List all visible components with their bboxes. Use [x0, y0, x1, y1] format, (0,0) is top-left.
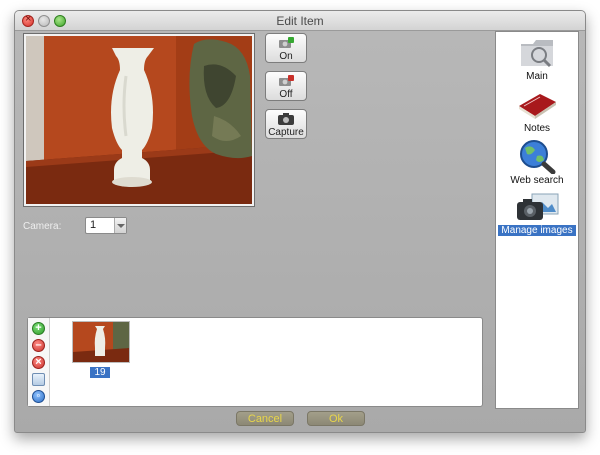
camera-on-label: On — [279, 51, 293, 62]
remove-image-icon[interactable] — [32, 339, 45, 352]
camera-preview — [23, 33, 255, 207]
folder-icon — [521, 40, 553, 68]
camera-images-icon — [517, 193, 559, 220]
vase-thumbnail — [73, 322, 129, 362]
camera-off-button[interactable]: Off — [265, 71, 307, 101]
image-info-icon[interactable] — [32, 390, 45, 403]
sidebar-item-main[interactable]: Main — [496, 36, 578, 82]
ok-button[interactable]: Ok — [307, 411, 365, 426]
sidebar-item-label: Notes — [523, 123, 551, 134]
delete-image-icon[interactable] — [32, 356, 45, 369]
notebook-icon — [519, 94, 556, 119]
sidebar-item-web-search[interactable]: Web search — [496, 138, 578, 186]
edit-image-icon[interactable] — [32, 373, 45, 386]
camera-off-icon — [279, 75, 294, 86]
camera-on-icon — [279, 37, 294, 48]
camera-label: Camera: — [23, 221, 62, 232]
cancel-button[interactable]: Cancel — [236, 411, 294, 426]
image-list: 19 — [27, 317, 483, 407]
sidebar-item-label: Manage images — [498, 225, 576, 236]
sidebar: Main Notes Web search Manage images — [495, 31, 579, 409]
chevron-down-icon — [114, 218, 126, 233]
image-thumbnail[interactable] — [72, 321, 130, 363]
capture-label: Capture — [268, 127, 304, 138]
capture-button[interactable]: Capture — [265, 109, 307, 139]
sidebar-item-notes[interactable]: Notes — [496, 88, 578, 134]
sidebar-item-manage-images[interactable]: Manage images — [496, 190, 578, 236]
sidebar-item-label: Web search — [510, 175, 564, 186]
edit-item-window: Edit Item On Off — [14, 10, 586, 433]
add-image-icon[interactable] — [32, 322, 45, 335]
title-bar: Edit Item — [15, 11, 585, 31]
camera-on-button[interactable]: On — [265, 33, 307, 63]
magnifier-globe-icon — [520, 140, 556, 174]
window-title: Edit Item — [276, 14, 324, 28]
camera-off-label: Off — [279, 89, 293, 100]
vase-photo — [26, 36, 252, 204]
camera-select-value: 1 — [90, 219, 97, 231]
image-toolstrip — [28, 318, 50, 406]
sidebar-item-label: Main — [526, 71, 548, 82]
camera-select[interactable]: 1 — [85, 217, 127, 234]
camera-icon — [278, 113, 294, 125]
thumbnail-label: 19 — [90, 367, 110, 378]
